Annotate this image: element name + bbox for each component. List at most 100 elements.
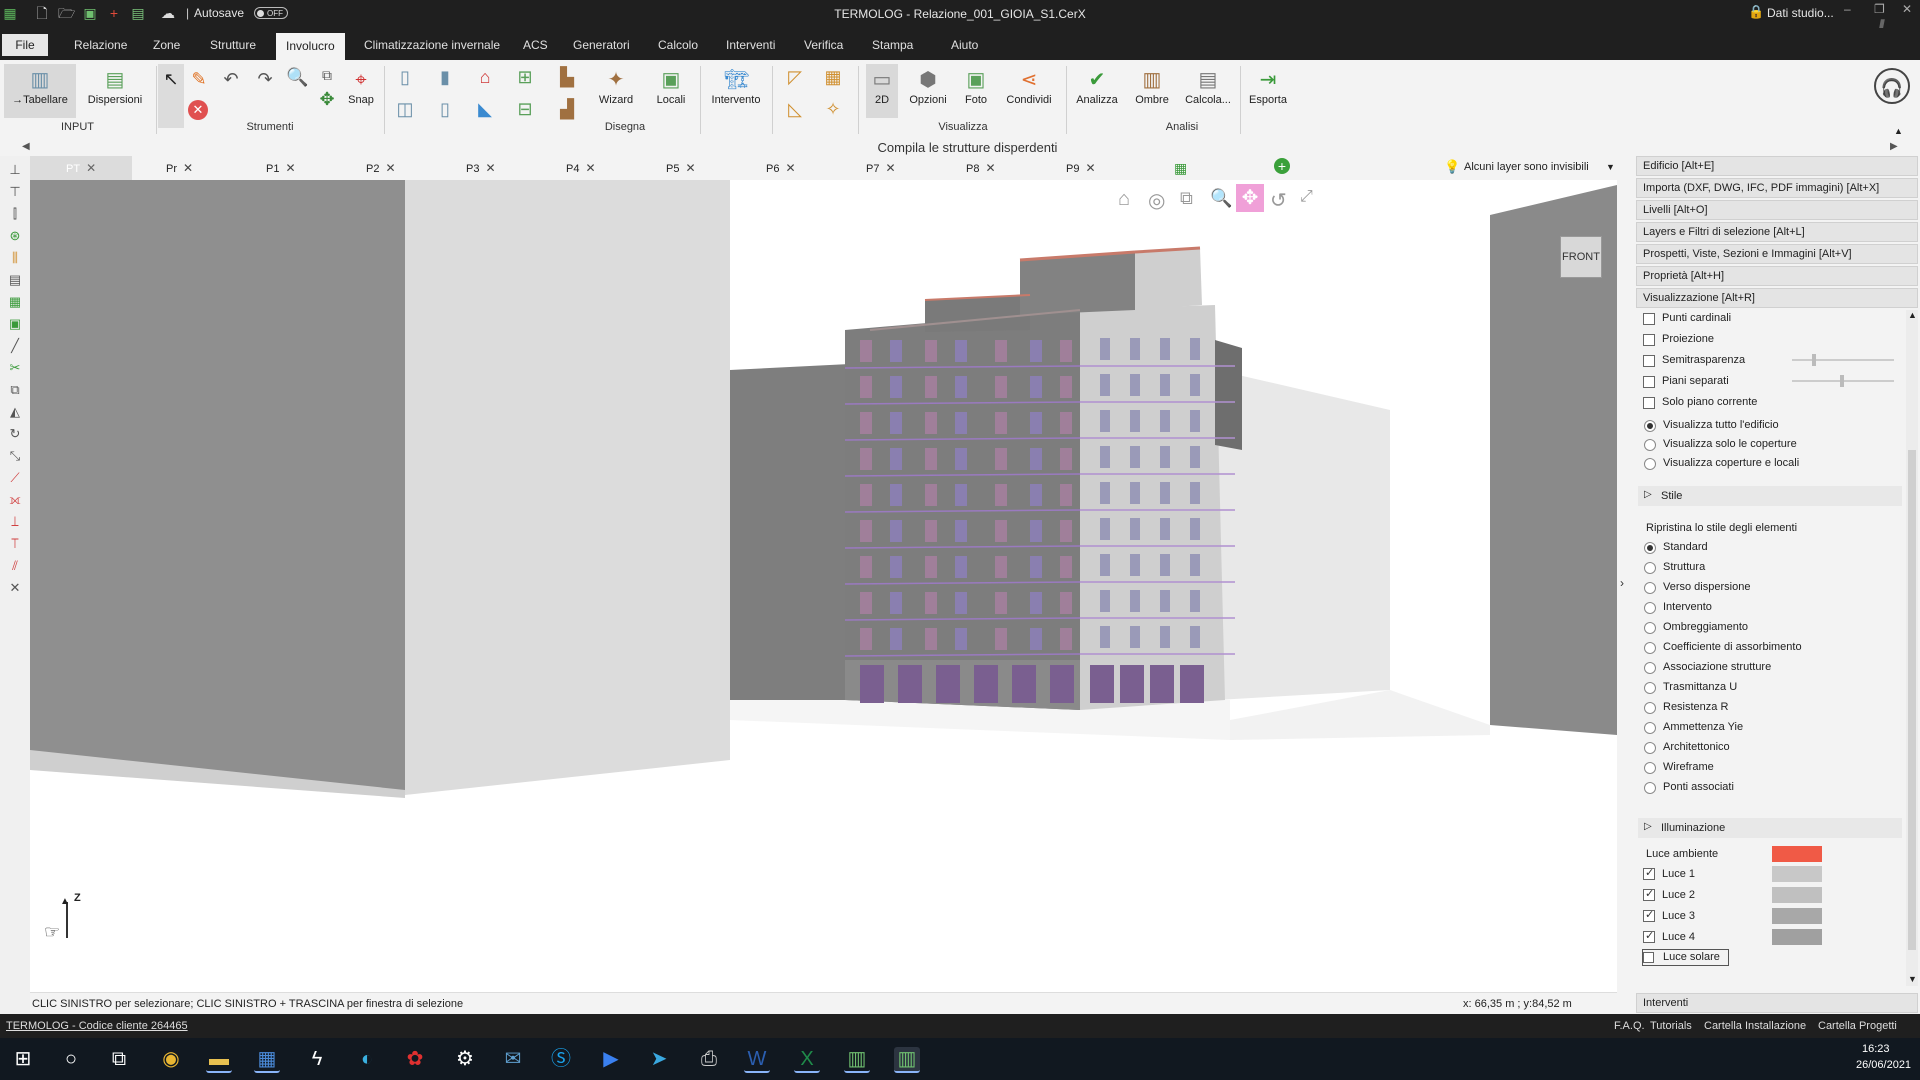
scroll-up-icon[interactable]: ▲ (1908, 310, 1917, 320)
hint-right-arrow-icon[interactable]: ▶ (1890, 141, 1898, 152)
clock-date[interactable]: 26/06/2021 (1856, 1059, 1911, 1071)
angle-icon[interactable]: ◺ (784, 98, 806, 120)
grid-icon[interactable]: ▦ (822, 66, 844, 88)
style-radio[interactable] (1644, 662, 1656, 674)
close-tab-icon[interactable]: ✕ (285, 161, 295, 175)
undo-icon[interactable]: ↶ (220, 68, 242, 90)
intervento-button[interactable]: 🏗 Intervento (704, 68, 768, 106)
compass-icon[interactable]: ⊛ (7, 228, 23, 244)
slab-icon[interactable]: ◣ (474, 98, 496, 120)
style-radio[interactable] (1644, 742, 1656, 754)
zoom-icon[interactable]: 🔍 (286, 66, 308, 88)
opzioni-button[interactable]: ⬢ Opzioni (904, 68, 952, 106)
word-icon[interactable]: W (744, 1047, 770, 1073)
checkbox-semitrasparenza[interactable] (1643, 355, 1655, 367)
checkbox-luce-3[interactable] (1643, 908, 1655, 922)
bolt-app-icon[interactable]: ϟ (304, 1047, 330, 1071)
mirror-icon[interactable]: ◭ (7, 404, 23, 420)
snap-button[interactable]: ⌖ Snap (344, 68, 378, 106)
close-tab-icon[interactable]: ✕ (183, 161, 193, 175)
join-icon[interactable]: ⟙ (7, 536, 23, 552)
style-radio[interactable] (1644, 602, 1656, 614)
semitrasparenza-slider[interactable] (1792, 354, 1894, 366)
close-tab-icon[interactable]: ✕ (585, 161, 595, 175)
radio-coperture-locali[interactable] (1644, 458, 1656, 470)
move-icon[interactable]: ✥ (316, 88, 338, 110)
tab-p7[interactable]: P7 ✕ (866, 161, 896, 175)
panel-visualizzazione[interactable]: Visualizzazione [Alt+R] (1636, 288, 1918, 308)
view-cube[interactable]: FRONT (1560, 236, 1602, 278)
account-button[interactable]: Dati studio... (1767, 6, 1834, 20)
mail-icon[interactable]: ✉ (500, 1047, 526, 1071)
measure-icon[interactable]: ⫼ (7, 250, 23, 266)
close-tab-icon[interactable]: ✕ (685, 161, 695, 175)
edge-icon[interactable]: ◐ (354, 1047, 380, 1071)
swatch-luce-1[interactable] (1772, 866, 1822, 882)
panel-splitter[interactable]: › (1617, 156, 1634, 1014)
line-icon[interactable]: ╱ (7, 338, 23, 354)
3d-viewport[interactable]: ⌂ ◎ ⧉ 🔍 ✥ ↺ ⤢ FRONT ▲ Z ☞ (30, 180, 1617, 992)
style-radio[interactable] (1644, 642, 1656, 654)
menu-verifica[interactable]: Verifica (804, 38, 843, 52)
menu-interventi[interactable]: Interventi (726, 38, 775, 52)
esporta-button[interactable]: ⇥ Esporta (1244, 68, 1292, 106)
style-radio[interactable] (1644, 562, 1656, 574)
collapse-ribbon-icon[interactable]: ▲ (1894, 126, 1903, 136)
support-headset-icon[interactable]: 🎧 (1874, 68, 1910, 104)
zoom-window-icon[interactable]: ⧉ (316, 64, 338, 86)
condividi-button[interactable]: ⋖ Condividi (1000, 68, 1058, 106)
menu-generatori[interactable]: Generatori (573, 38, 630, 52)
star-grid-icon[interactable]: ✧ (822, 98, 844, 120)
panel-livelli[interactable]: Livelli [Alt+O] (1636, 200, 1918, 220)
swatch-luce-ambiente[interactable] (1772, 846, 1822, 862)
settings-icon[interactable]: ⚙ (452, 1047, 478, 1071)
tab-p2[interactable]: P2 ✕ (366, 161, 396, 175)
stairs-icon[interactable]: ▙ (556, 66, 578, 88)
client-code-link[interactable]: TERMOLOG - Codice cliente 264465 (6, 1020, 188, 1032)
wall-icon[interactable]: ▯ (394, 66, 416, 88)
roof-icon[interactable]: ⌂ (474, 66, 496, 88)
tab-p3[interactable]: P3 ✕ (466, 161, 496, 175)
panel-interventi[interactable]: Interventi (1636, 993, 1918, 1013)
telegram-icon[interactable]: ➤ (646, 1047, 672, 1071)
close-tab-icon[interactable]: ✕ (86, 161, 96, 175)
split-icon[interactable]: ⟘ (7, 514, 23, 530)
menu-zone[interactable]: Zone (153, 38, 180, 52)
close-tab-icon[interactable]: ✕ (885, 161, 895, 175)
style-radio[interactable] (1644, 682, 1656, 694)
close-tab-icon[interactable]: ✕ (385, 161, 395, 175)
tab-pr[interactable]: Pr ✕ (166, 161, 193, 175)
style-radio[interactable] (1644, 702, 1656, 714)
extend-icon[interactable]: ⟗ (7, 492, 23, 508)
scale-icon[interactable]: ⤡ (7, 448, 23, 464)
table-icon[interactable]: ▦ (7, 294, 23, 310)
tab-p6[interactable]: P6 ✕ (766, 161, 796, 175)
menu-stampa[interactable]: Stampa (872, 38, 913, 52)
checkbox-luce-solare[interactable] (1643, 952, 1654, 963)
foto-button[interactable]: ▣ Foto (956, 68, 996, 106)
menu-file[interactable]: File (2, 34, 48, 56)
panel-importa[interactable]: Importa (DXF, DWG, IFC, PDF immagini) [A… (1636, 178, 1918, 198)
panel-proprieta[interactable]: Proprietà [Alt+H] (1636, 266, 1918, 286)
panel-layers[interactable]: Layers e Filtri di selezione [Alt+L] (1636, 222, 1918, 242)
offset-icon[interactable]: ⫽ (7, 558, 23, 574)
wizard-button[interactable]: ✦ Wizard (590, 68, 642, 106)
swatch-luce-3[interactable] (1772, 908, 1822, 924)
checkbox-luce-2[interactable] (1643, 887, 1655, 901)
menu-involucro[interactable]: Involucro (276, 33, 345, 60)
insert-level-above-icon[interactable]: ⊥ (7, 162, 23, 178)
stile-reset-link[interactable]: Ripristina lo stile degli elementi (1646, 522, 1797, 534)
illuminazione-section-header[interactable]: ▷ Illuminazione (1638, 818, 1902, 838)
tutorials-link[interactable]: Tutorials (1650, 1020, 1692, 1032)
progetti-link[interactable]: Cartella Progetti (1818, 1020, 1897, 1032)
edit-pencil-icon[interactable]: ✎ (188, 68, 210, 90)
panel-edificio[interactable]: Edificio [Alt+E] (1636, 156, 1918, 176)
skype-icon[interactable]: Ⓢ (548, 1047, 574, 1071)
checkbox-piani-separati[interactable] (1643, 376, 1655, 388)
close-tab-icon[interactable]: ✕ (785, 161, 795, 175)
minimize-button[interactable]: – (1844, 2, 1851, 16)
thermal-bridge-icon[interactable]: ⊞ (514, 66, 536, 88)
style-radio[interactable] (1644, 782, 1656, 794)
style-radio[interactable] (1644, 762, 1656, 774)
menu-strutture[interactable]: Strutture (210, 38, 256, 52)
